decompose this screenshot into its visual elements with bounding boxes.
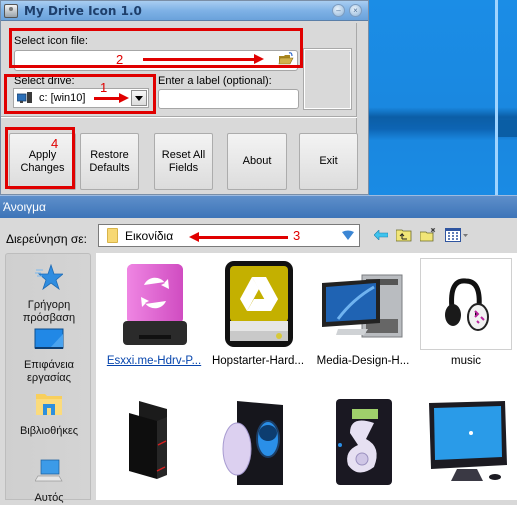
file-name: Esxxi.me-Hdrv-P... [106,355,202,367]
annotation-box-apply [5,127,75,189]
chevron-down-icon[interactable] [342,230,354,241]
imac-monitor-icon [421,395,511,485]
folder-icon [107,228,118,243]
file-name: music [450,355,482,367]
headphones-icon [420,258,512,350]
close-button[interactable]: × [349,4,362,17]
open-file-dialog: Άνοιγμα Διερεύνηση σε: Εικονίδια 3 Γρήγο… [0,195,517,504]
desktop-wallpaper [368,0,517,195]
back-icon[interactable] [373,229,389,243]
title-bar[interactable]: My Drive Icon 1.0 – × [1,1,368,21]
view-menu-icon[interactable] [445,228,469,245]
file-name: Hopstarter-Hard... [211,355,305,367]
file-item[interactable] [414,395,517,491]
places-bar: Γρήγορη πρόσβαση Επιφάνεια εργασίας Βιβλ… [5,253,92,504]
star-icon [6,263,92,294]
look-in-label: Διερεύνηση σε: [6,232,87,246]
annotation-number-3: 3 [293,228,301,243]
annotation-arrow-1 [94,93,129,103]
this-pc-icon [6,459,92,487]
drive-icon [4,3,18,18]
drive-label-caption: Enter a label (optional): [158,75,272,87]
annotation-number-2: 2 [116,52,124,67]
wallpaper-window-edge [495,0,498,195]
file-item[interactable]: Hopstarter-Hard... [206,259,310,367]
libraries-icon [6,392,92,420]
place-quick-access[interactable]: Γρήγορη πρόσβαση [6,263,92,325]
place-this-pc[interactable]: Αυτός [6,459,92,505]
reset-all-fields-button[interactable]: Reset All Fields [154,133,213,190]
window-title: My Drive Icon 1.0 [24,3,142,18]
place-label: Αυτός [34,492,64,504]
dialog-title-bar[interactable]: Άνοιγμα [0,195,517,218]
annotation-box-drive [4,74,156,114]
file-item[interactable] [206,395,310,491]
annotation-number-1: 1 [100,80,108,95]
black-server-icon [109,395,199,485]
place-label: Βιβλιοθήκες [19,425,79,437]
divider [1,117,357,118]
dvd-drive-icon [213,395,303,485]
place-label: Επιφάνεια εργασίας [23,359,75,384]
wallpaper-window-shape [495,120,517,137]
hard-disk-icon [318,395,408,485]
minimize-button[interactable]: – [332,4,345,17]
exit-button[interactable]: Exit [299,133,358,190]
file-item[interactable]: Media-Design-H... [311,259,415,367]
file-item[interactable]: Esxxi.me-Hdrv-P... [102,259,206,367]
file-name: Media-Design-H... [316,355,410,367]
file-item[interactable] [311,395,415,491]
about-button[interactable]: About [227,133,287,190]
google-drive-disk-icon [213,259,303,349]
computer-monitor-tower-icon [318,259,408,349]
place-desktop[interactable]: Επιφάνεια εργασίας [6,328,92,385]
look-in-value: Εικονίδια [125,228,174,243]
annotation-number-4: 4 [51,136,59,151]
drive-label-input[interactable] [158,89,299,109]
icon-preview [303,48,352,110]
annotation-arrow-2 [143,54,264,64]
file-item[interactable]: music [414,258,517,367]
restore-defaults-button[interactable]: Restore Defaults [80,133,139,190]
place-libraries[interactable]: Βιβλιοθήκες [6,392,92,438]
file-list: Esxxi.me-Hdrv-P... Hopstarter-Hard... Me… [96,253,517,500]
pink-drive-icon [109,259,199,349]
dialog-title: Άνοιγμα [3,200,46,214]
annotation-arrow-3 [189,232,288,242]
up-folder-icon[interactable] [395,229,412,245]
desktop-icon [6,328,92,354]
new-folder-icon[interactable] [419,227,437,245]
file-item[interactable] [102,395,206,491]
place-label: Γρήγορη πρόσβαση [22,299,76,324]
